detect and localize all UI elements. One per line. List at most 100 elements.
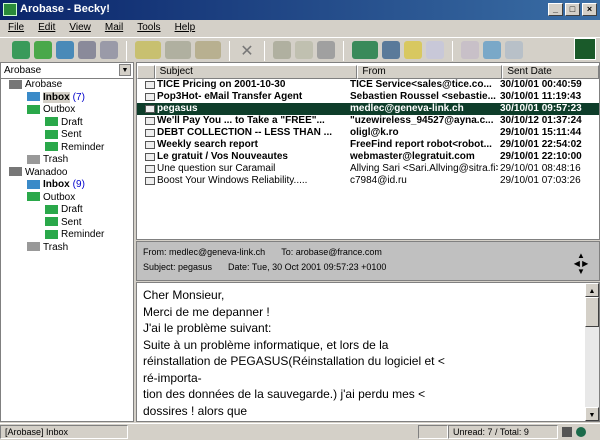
folder-icon	[45, 204, 58, 214]
scroll-up-icon[interactable]: ▲	[585, 283, 599, 297]
account-icon	[9, 167, 22, 177]
folder-label: Draft	[61, 204, 83, 215]
menu-file[interactable]: File	[8, 22, 24, 36]
globe-icon[interactable]	[576, 427, 586, 437]
row-from: TICE Service<sales@tice.co...	[350, 79, 492, 90]
layout-icon[interactable]	[505, 41, 523, 59]
row-date: 29/10/01 07:03:26	[500, 175, 581, 186]
reply-icon[interactable]	[165, 41, 191, 59]
folder-item-trash[interactable]: Trash	[1, 154, 133, 167]
row-from: Allving Sari <Sari.Allving@sitra.fi>	[350, 163, 498, 174]
check-mail-icon[interactable]	[12, 41, 30, 59]
body-line: Cher Monsieur,	[143, 288, 225, 302]
toolbar-separator	[126, 41, 127, 61]
list-header: Subject From Sent Date	[137, 65, 599, 79]
folder-item-draft[interactable]: Draft	[1, 117, 133, 130]
preview-subject: Subject: pegasus	[143, 262, 213, 272]
row-subject: Une question sur Caramail	[157, 163, 276, 174]
window-icon[interactable]	[317, 41, 335, 59]
compose-icon[interactable]	[135, 41, 161, 59]
folder-label: Inbox	[43, 179, 70, 190]
folder-item-inbox[interactable]: Inbox (7)	[1, 91, 133, 105]
folder-icon	[45, 142, 58, 152]
address-book-icon[interactable]	[382, 41, 400, 59]
print-icon[interactable]	[461, 41, 479, 59]
column-sent-date[interactable]: Sent Date	[502, 65, 599, 79]
status-blank	[418, 425, 448, 439]
column-from[interactable]: From	[357, 65, 503, 79]
row-from: oligl@k.ro	[350, 127, 399, 138]
folder-icon	[27, 192, 40, 202]
scroll-thumb[interactable]	[585, 297, 599, 327]
preview-date: Date: Tue, 30 Oct 2001 09:57:23 +0100	[228, 262, 387, 272]
maximize-button[interactable]: □	[565, 3, 580, 16]
row-from: FreeFind report robot<robot...	[350, 139, 492, 150]
folder-label: Sent	[61, 216, 82, 228]
notes-icon[interactable]	[404, 41, 422, 59]
table-row[interactable]: Boost Your Windows Reliability..... c798…	[137, 175, 599, 187]
menu-help[interactable]: Help	[175, 22, 196, 36]
find-icon[interactable]	[483, 41, 501, 59]
close-button[interactable]: ×	[582, 3, 597, 16]
folder-label: Reminder	[61, 141, 105, 153]
table-row[interactable]: We'll Pay You ... to Take a "FREE"... "u…	[137, 115, 599, 127]
row-from: Sebastien Roussel <sebastie...	[350, 91, 496, 102]
becky-logo-icon[interactable]	[574, 38, 596, 60]
chevron-down-icon[interactable]: ▼	[119, 64, 131, 76]
column-subject[interactable]: Subject	[154, 65, 358, 79]
account-combo-value: Arobase	[4, 65, 42, 76]
memo-icon[interactable]	[426, 41, 444, 59]
preview-from: From: medlec@geneva-link.ch	[143, 247, 266, 257]
menu-edit[interactable]: Edit	[38, 22, 55, 36]
folder-item-wanadoo[interactable]: Wanadoo	[1, 167, 133, 180]
forward-icon[interactable]	[195, 41, 221, 59]
folder-item-inbox[interactable]: Inbox (9)	[1, 179, 133, 192]
row-date: 29/10/01 08:48:16	[500, 163, 581, 174]
folder-item-arobase[interactable]: Arobase	[1, 79, 133, 92]
scroll-down-icon[interactable]: ▼	[585, 407, 599, 421]
filter-icon[interactable]	[352, 41, 378, 59]
offline-icon[interactable]	[562, 427, 572, 437]
menu-view[interactable]: View	[69, 22, 91, 36]
navigation-arrows-icon[interactable]: ▲ ◀ ▶ ▼	[571, 252, 591, 276]
table-row[interactable]: Pop3Hot- eMail Transfer Agent Sebastien …	[137, 91, 599, 103]
thread-icon[interactable]	[273, 41, 291, 59]
folder-item-outbox[interactable]: Outbox	[1, 104, 133, 117]
table-row[interactable]: Une question sur Caramail Allving Sari <…	[137, 163, 599, 175]
table-row[interactable]: Weekly search report FreeFind report rob…	[137, 139, 599, 151]
row-date: 30/10/01 00:40:59	[500, 79, 582, 90]
message-body[interactable]: Cher Monsieur, Merci de me depanner ! J'ai…	[136, 282, 600, 422]
row-subject: TICE Pricing on 2001-10-30	[157, 79, 286, 90]
mail-icon	[137, 127, 155, 139]
folder-item-sent[interactable]: Sent	[1, 217, 133, 230]
check-all-icon[interactable]	[34, 41, 52, 59]
toolbar: ✕	[0, 37, 600, 61]
sync-icon[interactable]	[78, 41, 96, 59]
send-icon[interactable]	[56, 41, 74, 59]
table-row[interactable]: Le gratuit / Vos Nouveautes webmaster@le…	[137, 151, 599, 163]
folder-item-reminder[interactable]: Reminder	[1, 142, 133, 155]
folder-item-draft[interactable]: Draft	[1, 204, 133, 217]
folder-item-reminder[interactable]: Reminder	[1, 229, 133, 242]
folder-item-outbox[interactable]: Outbox	[1, 192, 133, 205]
vertical-scrollbar[interactable]: ▲ ▼	[585, 283, 599, 421]
folder-item-trash[interactable]: Trash	[1, 242, 133, 255]
menu-tools[interactable]: Tools	[137, 22, 160, 36]
folder-item-sent[interactable]: Sent	[1, 129, 133, 142]
edit-icon[interactable]	[295, 41, 313, 59]
table-row[interactable]: DEBT COLLECTION -- LESS THAN ... oligl@k…	[137, 127, 599, 139]
table-row[interactable]: pegasus medlec@geneva-link.ch 30/10/01 0…	[137, 103, 599, 115]
table-row[interactable]: TICE Pricing on 2001-10-30 TICE Service<…	[137, 79, 599, 91]
account-combo[interactable]: Arobase ▼	[1, 63, 133, 79]
row-subject: Boost Your Windows Reliability.....	[157, 175, 308, 186]
menu-mail[interactable]: Mail	[105, 22, 123, 36]
delete-icon[interactable]: ✕	[238, 41, 256, 60]
mail-icon	[137, 139, 155, 151]
row-date: 29/10/01 22:54:02	[500, 139, 582, 150]
column-icon[interactable]	[137, 65, 155, 79]
mail-icon	[137, 115, 155, 127]
computer-icon[interactable]	[100, 41, 118, 59]
minimize-button[interactable]: _	[548, 3, 563, 16]
row-subject: Pop3Hot- eMail Transfer Agent	[157, 91, 303, 102]
mail-icon	[137, 163, 155, 175]
